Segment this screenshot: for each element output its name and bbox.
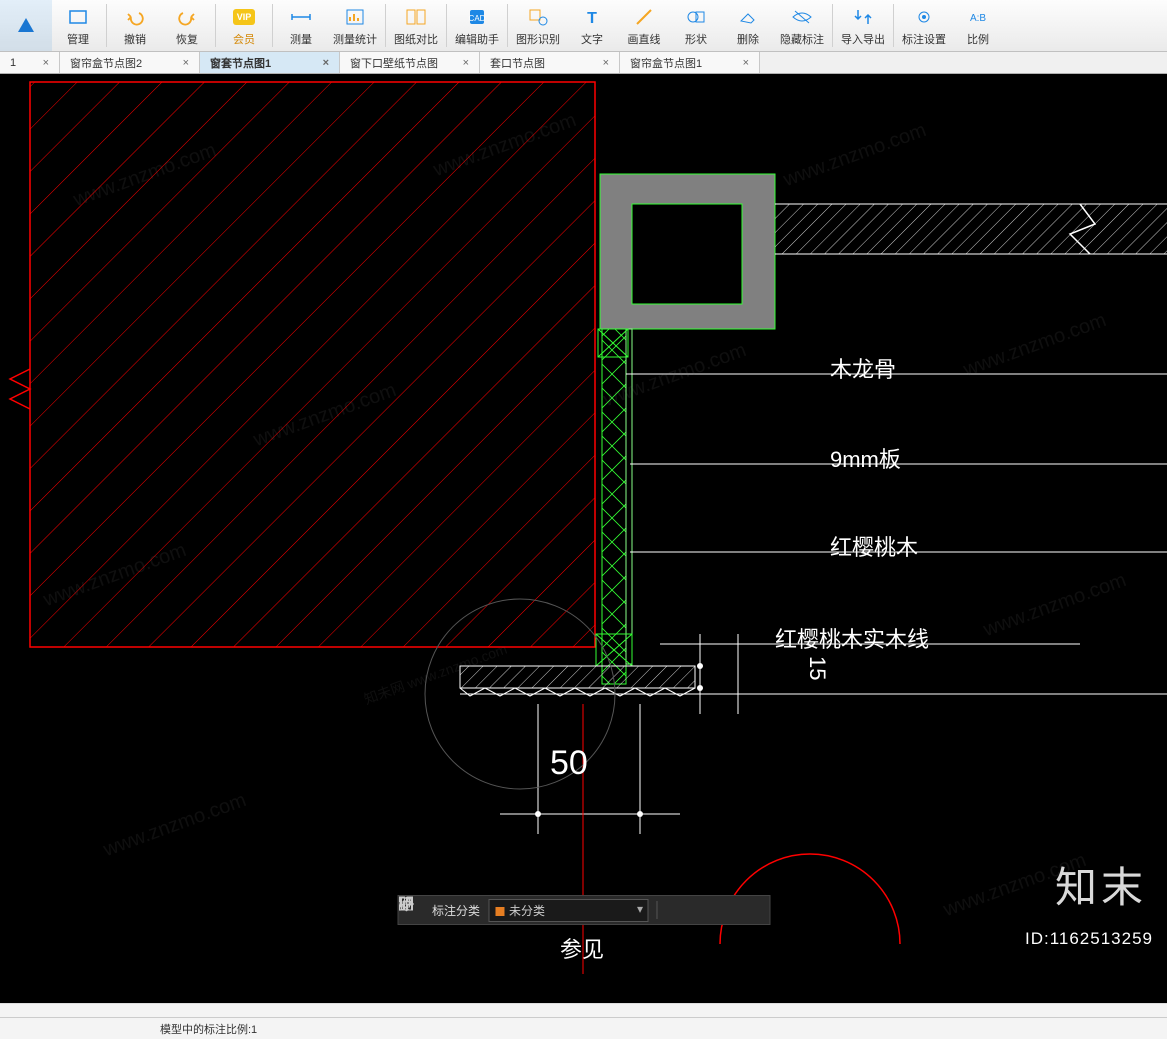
app-logo-button[interactable]	[0, 0, 52, 51]
import-export-icon	[851, 5, 875, 29]
svg-text:A:B: A:B	[970, 13, 986, 24]
dimension-15: 15	[804, 656, 830, 680]
tool-scale[interactable]: A:B 比例	[952, 0, 1004, 51]
tool-label: 编辑助手	[455, 31, 499, 47]
move-icon[interactable]	[691, 901, 709, 919]
tool-anno-settings[interactable]: 标注设置	[896, 0, 952, 51]
status-bar: 模型中的标注比例:1	[0, 1017, 1167, 1039]
tool-label: 标注设置	[902, 31, 946, 47]
shape-icon	[684, 5, 708, 29]
tool-redo[interactable]: 恢复	[161, 0, 213, 51]
tool-label: 撤销	[124, 31, 146, 47]
tool-line[interactable]: 画直线	[618, 0, 670, 51]
undo-icon	[123, 5, 147, 29]
close-icon[interactable]: ×	[603, 57, 609, 69]
tool-label: 比例	[967, 31, 989, 47]
redo-icon	[175, 5, 199, 29]
close-icon[interactable]: ×	[183, 57, 189, 69]
document-tabs: 1× 窗帘盒节点图2× 窗套节点图1× 窗下口壁纸节点图× 套口节点图× 窗帘盒…	[0, 52, 1167, 74]
tool-label: 会员	[233, 31, 255, 47]
edit-assist-icon: CAD	[465, 5, 489, 29]
tool-delete[interactable]: 删除	[722, 0, 774, 51]
tool-label: 形状	[685, 31, 707, 47]
drawing-canvas[interactable]: 木龙骨 9mm板 红樱桃木 红樱桃木实木线 50 15 参见 www.znzmo…	[0, 74, 1167, 975]
close-icon[interactable]: ×	[43, 57, 49, 69]
manage-icon	[66, 5, 90, 29]
label-ref: 参见	[560, 932, 604, 964]
tab-window-casing-1[interactable]: 窗套节点图1 ×	[200, 52, 340, 73]
paste-icon[interactable]	[743, 901, 761, 919]
svg-text:CAD: CAD	[469, 14, 486, 23]
status-text: 模型中的标注比例:1	[160, 1021, 257, 1037]
label-cherry-wood: 红樱桃木	[830, 530, 918, 562]
close-icon[interactable]: ×	[463, 57, 469, 69]
label-9mm-board: 9mm板	[830, 442, 901, 474]
vip-icon: VIP	[232, 5, 256, 29]
brand-watermark: 知末	[1055, 854, 1147, 915]
tool-label: 测量统计	[333, 31, 377, 47]
tool-label: 恢复	[176, 31, 198, 47]
horizontal-scrollbar[interactable]	[0, 1003, 1167, 1017]
copy-icon[interactable]	[717, 901, 735, 919]
category-dropdown[interactable]: 未分类	[488, 899, 648, 922]
tool-label: 删除	[737, 31, 759, 47]
tool-text[interactable]: T 文字	[566, 0, 618, 51]
tab-label: 窗帘盒节点图2	[70, 55, 142, 71]
label-wood-keel: 木龙骨	[830, 352, 896, 384]
image-id: ID:1162513259	[1025, 929, 1153, 949]
tool-label: 图形识别	[516, 31, 560, 47]
tab-curtain-box-1[interactable]: 窗帘盒节点图1 ×	[620, 52, 760, 73]
measure-stats-icon	[343, 5, 367, 29]
tool-vip[interactable]: VIP 会员	[218, 0, 270, 51]
tab-label: 套口节点图	[490, 55, 545, 71]
compare-icon	[404, 5, 428, 29]
tool-label: 画直线	[628, 31, 661, 47]
tool-shape[interactable]: 形状	[670, 0, 722, 51]
shape-recog-icon	[526, 5, 550, 29]
tool-label: 隐藏标注	[780, 31, 824, 47]
tool-label: 文字	[581, 31, 603, 47]
main-toolbar: 管理 撤销 恢复 VIP 会员 测量 测量统计 图纸对比 CAD 编辑助手 图形识别…	[0, 0, 1167, 52]
tool-label: 图纸对比	[394, 31, 438, 47]
tool-measure[interactable]: 测量	[275, 0, 327, 51]
close-icon[interactable]: ×	[743, 57, 749, 69]
category-label: 标注分类	[432, 902, 480, 919]
category-value: 未分类	[509, 904, 545, 918]
anno-settings-icon	[912, 5, 936, 29]
tool-edit-assist[interactable]: CAD 编辑助手	[449, 0, 505, 51]
close-icon[interactable]: ×	[323, 57, 329, 69]
tab-partial[interactable]: 1×	[0, 52, 60, 73]
tab-label: 1	[10, 57, 16, 69]
tab-label: 窗下口壁纸节点图	[350, 55, 438, 71]
svg-text:T: T	[587, 10, 597, 27]
tab-curtain-box-2[interactable]: 窗帘盒节点图2 ×	[60, 52, 200, 73]
dimension-50: 50	[550, 744, 588, 783]
annotation-toolbar: 标注分类 未分类	[397, 895, 770, 925]
tool-measure-stats[interactable]: 测量统计	[327, 0, 383, 51]
delete-icon	[736, 5, 760, 29]
tab-label: 窗帘盒节点图1	[630, 55, 702, 71]
line-icon	[632, 5, 656, 29]
tool-label: 导入导出	[841, 31, 885, 47]
text-icon: T	[580, 5, 604, 29]
scale-icon: A:B	[966, 5, 990, 29]
tool-import-export[interactable]: 导入导出	[835, 0, 891, 51]
measure-icon	[289, 5, 313, 29]
tool-undo[interactable]: 撤销	[109, 0, 161, 51]
edit-icon[interactable]	[665, 901, 683, 919]
tool-compare[interactable]: 图纸对比	[388, 0, 444, 51]
tool-hide-anno[interactable]: 隐藏标注	[774, 0, 830, 51]
tool-shape-recog[interactable]: 图形识别	[510, 0, 566, 51]
tab-casing[interactable]: 套口节点图 ×	[480, 52, 620, 73]
tab-window-sill-wallpaper[interactable]: 窗下口壁纸节点图 ×	[340, 52, 480, 73]
tool-manage[interactable]: 管理	[52, 0, 104, 51]
hide-icon	[790, 5, 814, 29]
tool-label: 测量	[290, 31, 312, 47]
label-cherry-line: 红樱桃木实木线	[775, 622, 929, 654]
tab-label: 窗套节点图1	[210, 55, 271, 71]
cad-drawing	[0, 74, 1167, 975]
tool-label: 管理	[67, 31, 89, 47]
